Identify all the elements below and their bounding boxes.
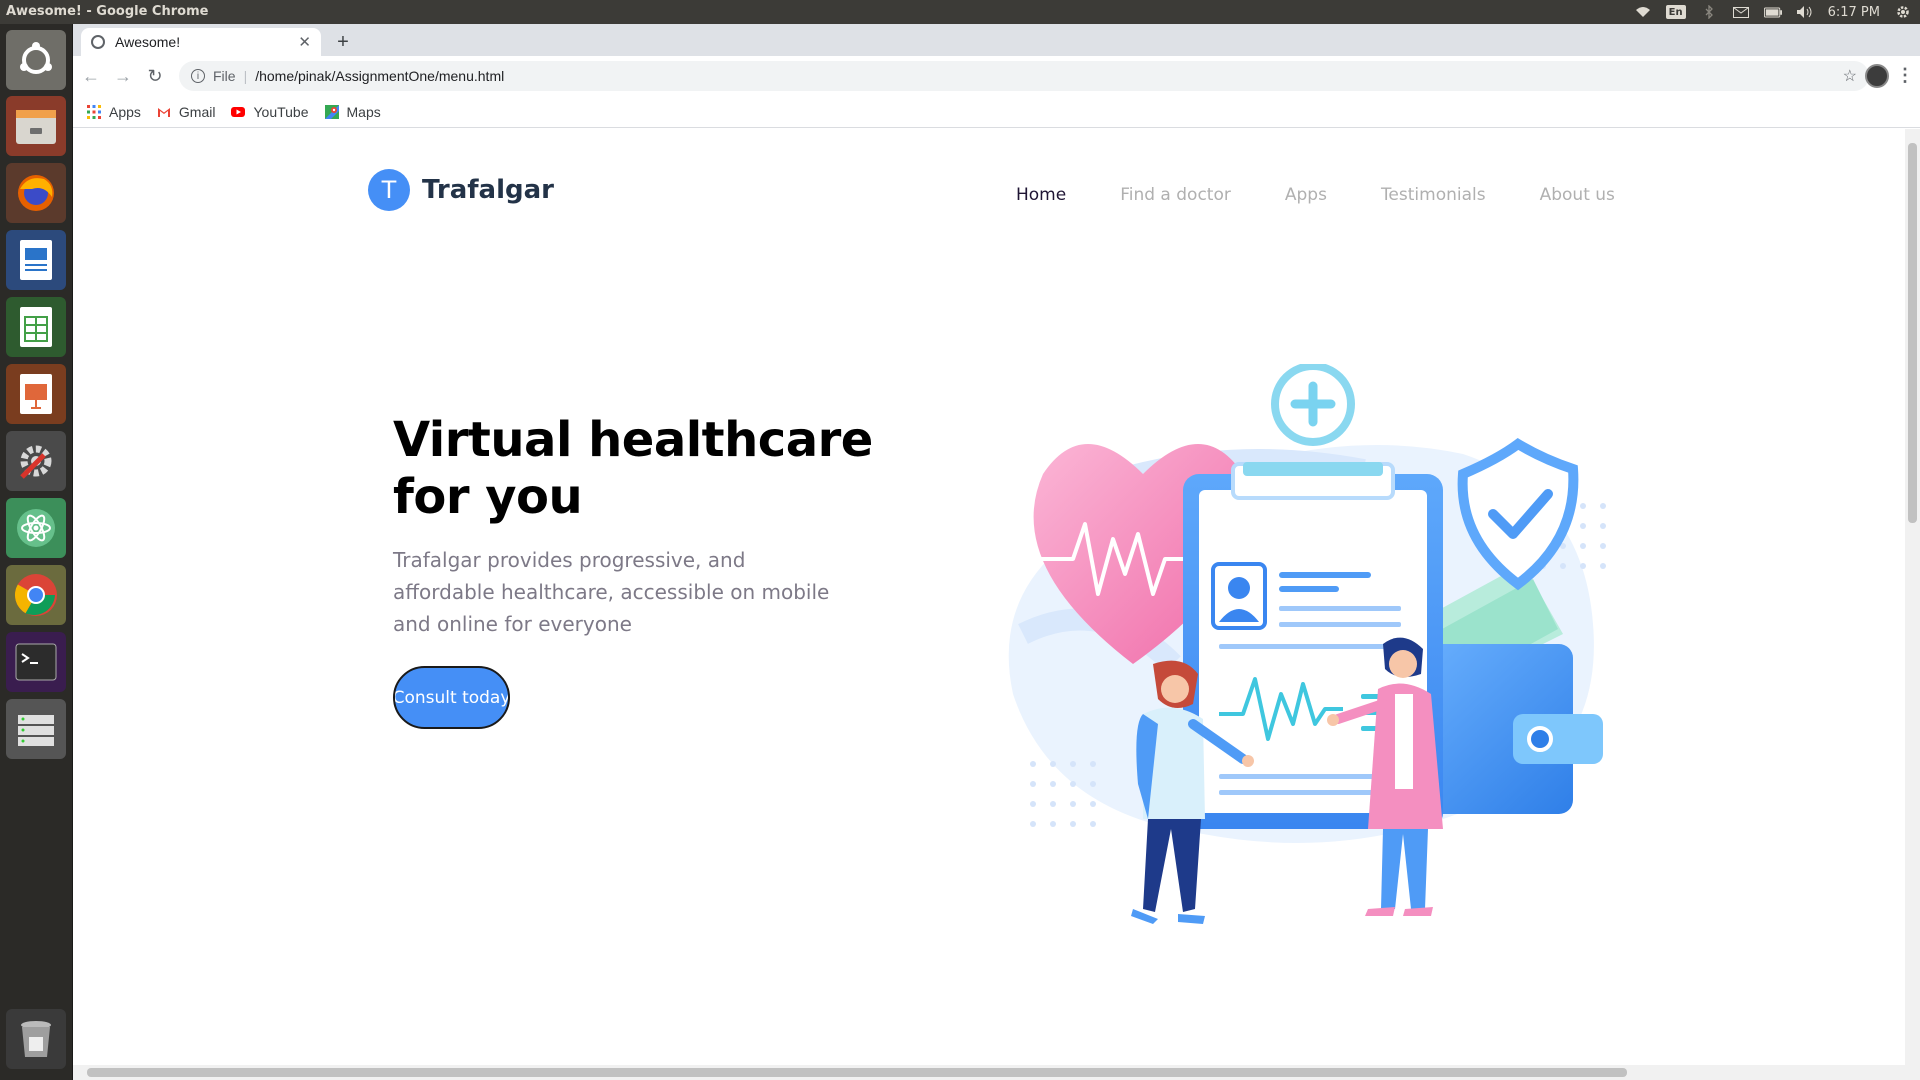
bookmark-maps[interactable]: Maps bbox=[324, 103, 381, 120]
horizontal-scrollbar[interactable] bbox=[73, 1065, 1920, 1080]
browser-window: Awesome! ✕ + ← → ↻ i File | /home/pinak/… bbox=[73, 24, 1920, 1080]
trash-icon[interactable] bbox=[6, 1009, 66, 1069]
apps-grid-icon bbox=[87, 104, 101, 119]
app-launcher bbox=[0, 24, 73, 1080]
nav-apps[interactable]: Apps bbox=[1285, 185, 1327, 205]
url-scheme: File bbox=[213, 68, 236, 84]
url-separator: | bbox=[243, 68, 248, 84]
storage-icon[interactable] bbox=[6, 699, 66, 759]
consult-today-button[interactable]: Consult today bbox=[393, 666, 510, 729]
maps-icon bbox=[324, 104, 339, 119]
settings-icon[interactable] bbox=[1894, 5, 1912, 19]
bookmark-star-icon[interactable]: ☆ bbox=[1843, 66, 1857, 86]
atom-icon[interactable] bbox=[6, 498, 66, 558]
volume-icon[interactable] bbox=[1796, 5, 1814, 19]
browser-toolbar: ← → ↻ i File | /home/pinak/AssignmentOne… bbox=[73, 56, 1920, 96]
tab-title: Awesome! bbox=[115, 34, 181, 50]
writer-icon[interactable] bbox=[6, 230, 66, 290]
bookmark-label: YouTube bbox=[253, 103, 309, 120]
vertical-scrollbar[interactable] bbox=[1905, 129, 1920, 1065]
hero-description: Trafalgar provides progressive, and affo… bbox=[393, 548, 830, 636]
impress-icon[interactable] bbox=[6, 364, 66, 424]
bookmarks-bar: Apps Gmail YouTube Maps bbox=[73, 96, 1920, 128]
healthcare-illustration bbox=[1008, 364, 1606, 924]
system-tray: En 6:17 PM bbox=[1634, 0, 1912, 24]
globe-icon bbox=[91, 35, 105, 49]
bookmark-youtube[interactable]: YouTube bbox=[231, 103, 309, 120]
new-tab-button[interactable]: + bbox=[331, 30, 355, 54]
vertical-scroll-thumb[interactable] bbox=[1908, 143, 1917, 523]
site-logo[interactable]: T Trafalgar bbox=[368, 169, 554, 211]
nav-find-a-doctor[interactable]: Find a doctor bbox=[1120, 185, 1231, 205]
mail-icon[interactable] bbox=[1732, 5, 1750, 19]
bookmark-label: Maps bbox=[346, 103, 381, 120]
keyboard-layout-indicator[interactable]: En bbox=[1665, 5, 1686, 19]
terminal-icon[interactable] bbox=[6, 632, 66, 692]
close-tab-icon[interactable]: ✕ bbox=[298, 33, 311, 51]
logo-mark: T bbox=[368, 169, 410, 211]
os-top-panel: Awesome! - Google Chrome En 6:17 PM bbox=[0, 0, 1920, 24]
url-text[interactable]: /home/pinak/AssignmentOne/menu.html bbox=[255, 68, 504, 84]
hero-title: Virtual healthcare for you bbox=[393, 412, 873, 525]
bookmark-label: Apps bbox=[109, 103, 141, 120]
bluetooth-icon[interactable] bbox=[1700, 5, 1718, 19]
info-icon[interactable]: i bbox=[191, 69, 205, 83]
bookmark-gmail[interactable]: Gmail bbox=[157, 103, 216, 120]
chrome-menu-icon[interactable]: ⋮ bbox=[1896, 64, 1914, 88]
youtube-icon bbox=[231, 106, 246, 117]
nav-home[interactable]: Home bbox=[1016, 185, 1066, 205]
nav-about-us[interactable]: About us bbox=[1540, 185, 1615, 205]
wifi-icon[interactable] bbox=[1634, 5, 1652, 19]
ubuntu-dash-icon[interactable] bbox=[6, 30, 66, 90]
system-settings-icon[interactable] bbox=[6, 431, 66, 491]
window-title: Awesome! - Google Chrome bbox=[6, 4, 209, 19]
back-button[interactable]: ← bbox=[77, 62, 105, 90]
tab-strip: Awesome! ✕ + bbox=[73, 24, 1920, 56]
forward-button[interactable]: → bbox=[109, 62, 137, 90]
nav-testimonials[interactable]: Testimonials bbox=[1381, 185, 1486, 205]
gmail-icon bbox=[157, 107, 170, 117]
firefox-icon[interactable] bbox=[6, 163, 66, 223]
page-viewport: T Trafalgar Home Find a doctor Apps Test… bbox=[73, 129, 1920, 1080]
profile-avatar[interactable] bbox=[1865, 64, 1889, 88]
horizontal-scroll-thumb[interactable] bbox=[87, 1068, 1627, 1077]
tab-active[interactable]: Awesome! ✕ bbox=[81, 28, 321, 56]
bookmark-label: Gmail bbox=[178, 103, 216, 120]
clock[interactable]: 6:17 PM bbox=[1828, 5, 1880, 20]
files-icon[interactable] bbox=[6, 96, 66, 156]
battery-icon[interactable] bbox=[1763, 5, 1782, 19]
calc-icon[interactable] bbox=[6, 297, 66, 357]
reload-button[interactable]: ↻ bbox=[141, 62, 169, 90]
chrome-icon[interactable] bbox=[6, 565, 66, 625]
address-bar[interactable]: i File | /home/pinak/AssignmentOne/menu.… bbox=[179, 61, 1869, 91]
main-nav: Home Find a doctor Apps Testimonials Abo… bbox=[1016, 185, 1669, 205]
brand-name: Trafalgar bbox=[422, 175, 554, 205]
bookmark-apps[interactable]: Apps bbox=[87, 104, 141, 120]
